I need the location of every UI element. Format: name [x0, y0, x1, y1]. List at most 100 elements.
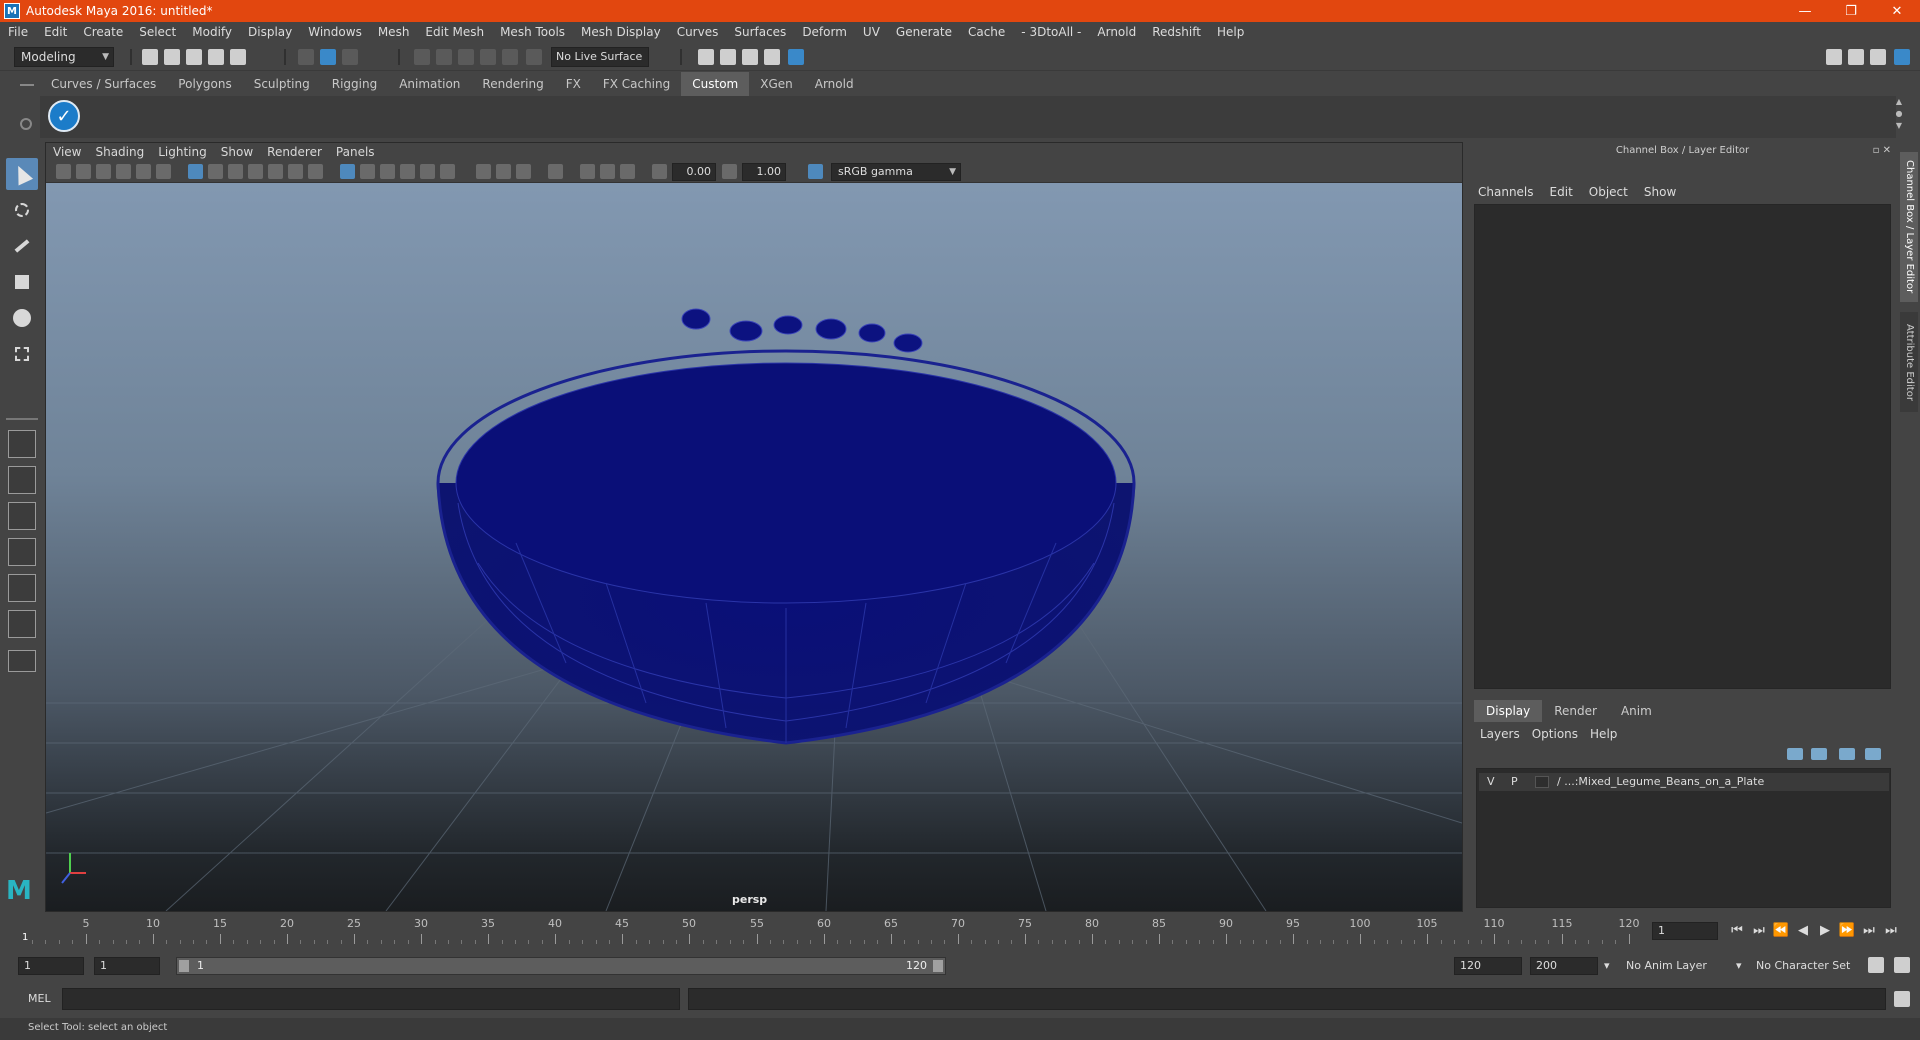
- shadows-icon[interactable]: [440, 164, 455, 179]
- wireframe-on-shaded-icon[interactable]: [380, 164, 395, 179]
- cb-menu-object[interactable]: Object: [1581, 182, 1636, 202]
- textured-icon[interactable]: [400, 164, 415, 179]
- play-forwards-icon[interactable]: ▶: [1814, 920, 1836, 942]
- menu-generate[interactable]: Generate: [888, 22, 960, 43]
- render-settings-icon[interactable]: [742, 49, 758, 65]
- animation-end-field[interactable]: 200: [1530, 957, 1598, 975]
- channel-box-toggle-icon[interactable]: [1894, 49, 1910, 65]
- command-input[interactable]: [62, 988, 680, 1010]
- make-live-icon[interactable]: [526, 49, 542, 65]
- exposure-icon[interactable]: [652, 164, 667, 179]
- persp-graph-layout-icon[interactable]: [8, 538, 36, 566]
- playback-start-field[interactable]: 1: [94, 957, 160, 975]
- range-start-handle[interactable]: [179, 960, 189, 972]
- tab-attribute-editor[interactable]: Attribute Editor: [1900, 312, 1918, 412]
- shelf-options[interactable]: [14, 74, 40, 138]
- exposure-field[interactable]: 0.00: [672, 163, 716, 181]
- persp-uv-layout-icon[interactable]: [8, 610, 36, 638]
- more-layouts-icon[interactable]: [8, 650, 36, 672]
- chevron-up-icon[interactable]: ▲: [1892, 96, 1906, 108]
- color-management-icon[interactable]: [808, 164, 823, 179]
- tab-anim[interactable]: Anim: [1609, 700, 1664, 722]
- menu-edit-mesh[interactable]: Edit Mesh: [417, 22, 492, 43]
- range-slider-bar[interactable]: 1 120: [176, 957, 946, 975]
- anti-aliasing-icon[interactable]: [516, 164, 531, 179]
- xray-joints-icon[interactable]: [600, 164, 615, 179]
- menu-mesh[interactable]: Mesh: [370, 22, 418, 43]
- menu-mesh-tools[interactable]: Mesh Tools: [492, 22, 573, 43]
- viewport-canvas[interactable]: persp: [46, 183, 1462, 911]
- cb-menu-show[interactable]: Show: [1636, 182, 1684, 202]
- snap-to-grid-icon[interactable]: [414, 49, 430, 65]
- playback-end-field[interactable]: 120: [1454, 957, 1522, 975]
- tab-custom[interactable]: Custom: [681, 72, 750, 96]
- isolate-select-icon[interactable]: [548, 164, 563, 179]
- four-view-layout-icon[interactable]: [8, 466, 36, 494]
- bookmark-icon[interactable]: [96, 164, 111, 179]
- chevron-down-icon[interactable]: ▾: [1736, 957, 1742, 975]
- tab-display[interactable]: Display: [1474, 700, 1543, 722]
- grid-icon[interactable]: [188, 164, 203, 179]
- shelf-tabs-menu-icon[interactable]: [20, 84, 34, 86]
- render-view-icon[interactable]: [788, 49, 804, 65]
- range-end-handle[interactable]: [933, 960, 943, 972]
- gamma-icon[interactable]: [722, 164, 737, 179]
- new-scene-icon[interactable]: [142, 49, 158, 65]
- select-by-object-icon[interactable]: [320, 49, 336, 65]
- viewport-menu-renderer[interactable]: Renderer: [260, 143, 329, 161]
- select-by-hierarchy-icon[interactable]: [298, 49, 314, 65]
- play-backwards-icon[interactable]: ◀: [1792, 920, 1814, 942]
- auto-key-icon[interactable]: [1868, 957, 1884, 973]
- snap-to-surface-icon[interactable]: [502, 49, 518, 65]
- layer-playback-toggle[interactable]: P: [1511, 773, 1518, 791]
- smooth-shade-icon[interactable]: [360, 164, 375, 179]
- menu-redshift[interactable]: Redshift: [1144, 22, 1209, 43]
- camera-lock-icon[interactable]: [76, 164, 91, 179]
- current-frame-field[interactable]: 1: [1652, 922, 1718, 940]
- tab-channel-box-layer-editor[interactable]: Channel Box / Layer Editor: [1900, 152, 1918, 302]
- rotate-tool-icon[interactable]: [6, 302, 38, 334]
- ipr-render-icon[interactable]: [720, 49, 736, 65]
- menu-uv[interactable]: UV: [855, 22, 888, 43]
- modeling-toolkit-icon[interactable]: [1826, 49, 1842, 65]
- paint-select-tool-icon[interactable]: [6, 230, 38, 262]
- snap-to-view-plane-icon[interactable]: [480, 49, 496, 65]
- close-icon[interactable]: ✕: [1874, 0, 1920, 22]
- restore-icon[interactable]: ❐: [1828, 0, 1874, 22]
- layer-visibility-toggle[interactable]: V: [1487, 773, 1495, 791]
- tab-fx-caching[interactable]: FX Caching: [592, 72, 681, 96]
- le-menu-help[interactable]: Help: [1584, 724, 1623, 744]
- menu-set-dropdown[interactable]: Modeling ▼: [14, 47, 114, 67]
- film-gate-icon[interactable]: [208, 164, 223, 179]
- save-scene-icon[interactable]: [186, 49, 202, 65]
- screen-space-ao-icon[interactable]: [476, 164, 491, 179]
- menu-file[interactable]: File: [0, 22, 36, 43]
- tab-rendering[interactable]: Rendering: [471, 72, 554, 96]
- backface-culling-icon[interactable]: [620, 164, 635, 179]
- safe-title-icon[interactable]: [308, 164, 323, 179]
- select-by-component-icon[interactable]: [342, 49, 358, 65]
- resolution-gate-icon[interactable]: [228, 164, 243, 179]
- tab-xgen[interactable]: XGen: [749, 72, 804, 96]
- menu-curves[interactable]: Curves: [669, 22, 727, 43]
- viewport-menu-view[interactable]: View: [46, 143, 88, 161]
- menu-create[interactable]: Create: [75, 22, 131, 43]
- snap-to-point-icon[interactable]: [458, 49, 474, 65]
- anim-layer-dropdown[interactable]: No Anim Layer: [1626, 957, 1736, 975]
- viewport-menu-lighting[interactable]: Lighting: [151, 143, 214, 161]
- gate-mask-icon[interactable]: [248, 164, 263, 179]
- chevron-down-icon[interactable]: ▾: [1604, 957, 1610, 975]
- tab-polygons[interactable]: Polygons: [167, 72, 242, 96]
- checkmark-icon[interactable]: ✓: [48, 100, 80, 132]
- animation-preferences-icon[interactable]: [1894, 957, 1910, 973]
- chevron-down-icon[interactable]: ▼: [1892, 120, 1906, 132]
- layer-name[interactable]: / ...:Mixed_Legume_Beans_on_a_Plate: [1557, 773, 1764, 791]
- menu-windows[interactable]: Windows: [300, 22, 370, 43]
- attribute-editor-toggle-icon[interactable]: [1848, 49, 1864, 65]
- render-current-frame-icon[interactable]: [698, 49, 714, 65]
- snap-to-curve-icon[interactable]: [436, 49, 452, 65]
- tab-animation[interactable]: Animation: [388, 72, 471, 96]
- menu-edit[interactable]: Edit: [36, 22, 75, 43]
- step-forward-frame-icon[interactable]: ⏩: [1836, 920, 1858, 942]
- le-menu-layers[interactable]: Layers: [1474, 724, 1526, 744]
